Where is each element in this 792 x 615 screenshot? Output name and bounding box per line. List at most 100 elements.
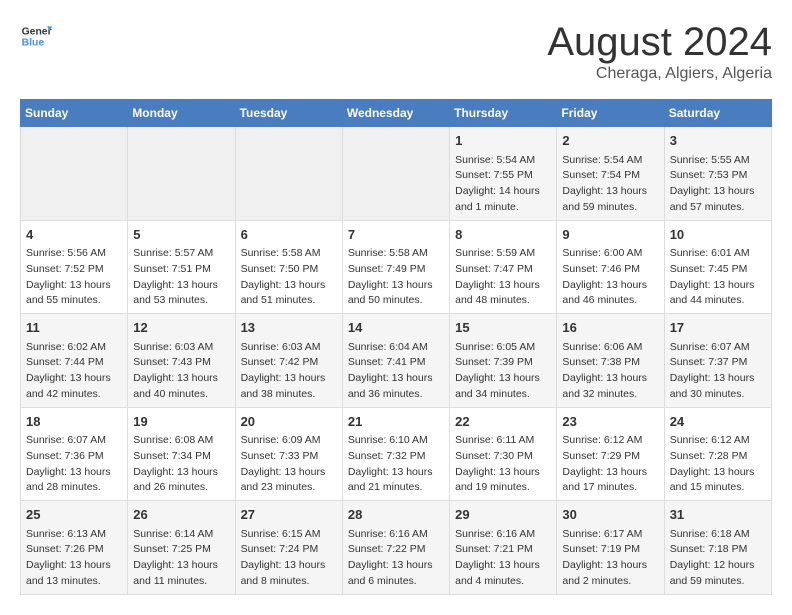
calendar-cell [128,127,235,221]
calendar-cell: 30Sunrise: 6:17 AM Sunset: 7:19 PM Dayli… [557,501,664,595]
weekday-header-thursday: Thursday [450,100,557,127]
cell-content: Sunrise: 5:54 AM Sunset: 7:55 PM Dayligh… [455,153,551,216]
cell-content: Sunrise: 6:04 AM Sunset: 7:41 PM Dayligh… [348,340,444,403]
cell-content: Sunrise: 5:57 AM Sunset: 7:51 PM Dayligh… [133,246,229,309]
cell-content: Sunrise: 6:03 AM Sunset: 7:43 PM Dayligh… [133,340,229,403]
day-number: 11 [26,318,122,338]
weekday-header-wednesday: Wednesday [342,100,449,127]
cell-content: Sunrise: 5:55 AM Sunset: 7:53 PM Dayligh… [670,153,766,216]
calendar-cell: 13Sunrise: 6:03 AM Sunset: 7:42 PM Dayli… [235,314,342,408]
calendar-cell: 1Sunrise: 5:54 AM Sunset: 7:55 PM Daylig… [450,127,557,221]
weekday-header-sunday: Sunday [21,100,128,127]
calendar-cell: 17Sunrise: 6:07 AM Sunset: 7:37 PM Dayli… [664,314,771,408]
calendar-cell: 16Sunrise: 6:06 AM Sunset: 7:38 PM Dayli… [557,314,664,408]
day-number: 27 [241,505,337,525]
cell-content: Sunrise: 5:56 AM Sunset: 7:52 PM Dayligh… [26,246,122,309]
cell-content: Sunrise: 6:18 AM Sunset: 7:18 PM Dayligh… [670,527,766,590]
day-number: 6 [241,225,337,245]
cell-content: Sunrise: 5:58 AM Sunset: 7:50 PM Dayligh… [241,246,337,309]
day-number: 21 [348,412,444,432]
cell-content: Sunrise: 5:59 AM Sunset: 7:47 PM Dayligh… [455,246,551,309]
calendar-cell: 29Sunrise: 6:16 AM Sunset: 7:21 PM Dayli… [450,501,557,595]
week-row-3: 11Sunrise: 6:02 AM Sunset: 7:44 PM Dayli… [21,314,772,408]
title-area: August 2024 Cheraga, Algiers, Algeria [547,20,772,83]
cell-content: Sunrise: 6:10 AM Sunset: 7:32 PM Dayligh… [348,433,444,496]
calendar-cell: 2Sunrise: 5:54 AM Sunset: 7:54 PM Daylig… [557,127,664,221]
calendar-cell [21,127,128,221]
day-number: 18 [26,412,122,432]
calendar-cell: 9Sunrise: 6:00 AM Sunset: 7:46 PM Daylig… [557,220,664,314]
day-number: 9 [562,225,658,245]
calendar-cell [235,127,342,221]
calendar-cell: 15Sunrise: 6:05 AM Sunset: 7:39 PM Dayli… [450,314,557,408]
logo-icon: General Blue [20,20,52,52]
cell-content: Sunrise: 6:07 AM Sunset: 7:36 PM Dayligh… [26,433,122,496]
calendar-cell: 21Sunrise: 6:10 AM Sunset: 7:32 PM Dayli… [342,407,449,501]
calendar-cell: 31Sunrise: 6:18 AM Sunset: 7:18 PM Dayli… [664,501,771,595]
calendar-cell: 23Sunrise: 6:12 AM Sunset: 7:29 PM Dayli… [557,407,664,501]
cell-content: Sunrise: 6:09 AM Sunset: 7:33 PM Dayligh… [241,433,337,496]
page-header: General Blue August 2024 Cheraga, Algier… [20,20,772,83]
cell-content: Sunrise: 6:11 AM Sunset: 7:30 PM Dayligh… [455,433,551,496]
calendar-cell: 20Sunrise: 6:09 AM Sunset: 7:33 PM Dayli… [235,407,342,501]
day-number: 15 [455,318,551,338]
week-row-2: 4Sunrise: 5:56 AM Sunset: 7:52 PM Daylig… [21,220,772,314]
cell-content: Sunrise: 6:15 AM Sunset: 7:24 PM Dayligh… [241,527,337,590]
cell-content: Sunrise: 6:14 AM Sunset: 7:25 PM Dayligh… [133,527,229,590]
calendar-cell: 4Sunrise: 5:56 AM Sunset: 7:52 PM Daylig… [21,220,128,314]
calendar-cell: 26Sunrise: 6:14 AM Sunset: 7:25 PM Dayli… [128,501,235,595]
calendar-cell: 18Sunrise: 6:07 AM Sunset: 7:36 PM Dayli… [21,407,128,501]
day-number: 16 [562,318,658,338]
day-number: 31 [670,505,766,525]
svg-text:General: General [22,26,52,37]
day-number: 2 [562,131,658,151]
day-number: 1 [455,131,551,151]
cell-content: Sunrise: 6:16 AM Sunset: 7:21 PM Dayligh… [455,527,551,590]
weekday-header-saturday: Saturday [664,100,771,127]
day-number: 30 [562,505,658,525]
calendar-cell: 8Sunrise: 5:59 AM Sunset: 7:47 PM Daylig… [450,220,557,314]
week-row-1: 1Sunrise: 5:54 AM Sunset: 7:55 PM Daylig… [21,127,772,221]
calendar-cell: 12Sunrise: 6:03 AM Sunset: 7:43 PM Dayli… [128,314,235,408]
weekday-header-tuesday: Tuesday [235,100,342,127]
calendar-cell: 6Sunrise: 5:58 AM Sunset: 7:50 PM Daylig… [235,220,342,314]
day-number: 3 [670,131,766,151]
day-number: 22 [455,412,551,432]
week-row-4: 18Sunrise: 6:07 AM Sunset: 7:36 PM Dayli… [21,407,772,501]
cell-content: Sunrise: 6:02 AM Sunset: 7:44 PM Dayligh… [26,340,122,403]
main-title: August 2024 [547,20,772,65]
cell-content: Sunrise: 6:12 AM Sunset: 7:29 PM Dayligh… [562,433,658,496]
day-number: 23 [562,412,658,432]
calendar-cell: 5Sunrise: 5:57 AM Sunset: 7:51 PM Daylig… [128,220,235,314]
calendar-cell [342,127,449,221]
logo: General Blue [20,20,52,52]
calendar-cell: 14Sunrise: 6:04 AM Sunset: 7:41 PM Dayli… [342,314,449,408]
weekday-header-row: SundayMondayTuesdayWednesdayThursdayFrid… [21,100,772,127]
day-number: 25 [26,505,122,525]
day-number: 29 [455,505,551,525]
weekday-header-friday: Friday [557,100,664,127]
calendar-cell: 24Sunrise: 6:12 AM Sunset: 7:28 PM Dayli… [664,407,771,501]
calendar-cell: 3Sunrise: 5:55 AM Sunset: 7:53 PM Daylig… [664,127,771,221]
calendar-cell: 10Sunrise: 6:01 AM Sunset: 7:45 PM Dayli… [664,220,771,314]
day-number: 24 [670,412,766,432]
calendar-cell: 19Sunrise: 6:08 AM Sunset: 7:34 PM Dayli… [128,407,235,501]
cell-content: Sunrise: 6:01 AM Sunset: 7:45 PM Dayligh… [670,246,766,309]
cell-content: Sunrise: 6:08 AM Sunset: 7:34 PM Dayligh… [133,433,229,496]
svg-text:Blue: Blue [22,38,45,49]
calendar-cell: 25Sunrise: 6:13 AM Sunset: 7:26 PM Dayli… [21,501,128,595]
day-number: 4 [26,225,122,245]
day-number: 26 [133,505,229,525]
cell-content: Sunrise: 6:05 AM Sunset: 7:39 PM Dayligh… [455,340,551,403]
week-row-5: 25Sunrise: 6:13 AM Sunset: 7:26 PM Dayli… [21,501,772,595]
cell-content: Sunrise: 6:12 AM Sunset: 7:28 PM Dayligh… [670,433,766,496]
day-number: 20 [241,412,337,432]
cell-content: Sunrise: 5:54 AM Sunset: 7:54 PM Dayligh… [562,153,658,216]
day-number: 5 [133,225,229,245]
calendar-cell: 27Sunrise: 6:15 AM Sunset: 7:24 PM Dayli… [235,501,342,595]
day-number: 10 [670,225,766,245]
cell-content: Sunrise: 6:07 AM Sunset: 7:37 PM Dayligh… [670,340,766,403]
day-number: 13 [241,318,337,338]
calendar-cell: 11Sunrise: 6:02 AM Sunset: 7:44 PM Dayli… [21,314,128,408]
subtitle: Cheraga, Algiers, Algeria [547,65,772,83]
